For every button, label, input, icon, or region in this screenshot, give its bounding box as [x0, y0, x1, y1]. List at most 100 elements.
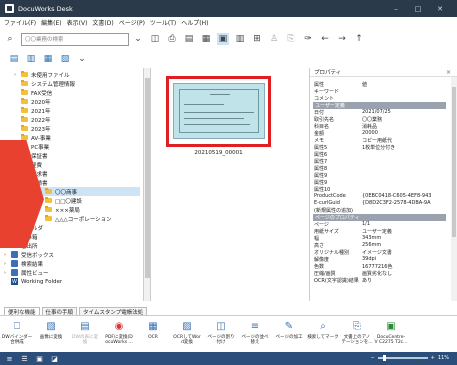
tool-button[interactable]: ▧ 画像に変換	[34, 316, 68, 352]
property-value[interactable]: 1枚単位分付き	[362, 144, 442, 151]
detail-view-icon[interactable]: ▥	[234, 33, 246, 45]
tree-item[interactable]: 2020年	[14, 97, 140, 106]
tool-button[interactable]: ▣ DocuCentre- V C2275 T2c...	[374, 316, 408, 352]
property-row[interactable]: キーワード	[314, 88, 442, 95]
tree-item[interactable]: ×××薬局	[38, 205, 140, 214]
property-value[interactable]: 〇〇業務	[362, 116, 442, 123]
tree-item[interactable]: › 検索結果	[4, 259, 140, 268]
forward-arrow-icon[interactable]: →	[336, 33, 348, 45]
properties-scrollbar-thumb[interactable]	[452, 87, 456, 237]
chevron-right-icon[interactable]: ›	[4, 261, 9, 267]
tree-item[interactable]: 2022年	[14, 115, 140, 124]
property-row[interactable]: E-curlGuid {D8D2C3F2-2578-4DBA-9A	[314, 200, 442, 207]
tool-button[interactable]: ⎘ 文書上のアノ テーションを...	[340, 316, 374, 352]
property-section-header[interactable]: ページのプロパティ	[313, 214, 446, 221]
property-value[interactable]	[362, 207, 442, 214]
tree-scrollbar[interactable]	[144, 68, 151, 301]
property-row[interactable]: 日付 2021/07/25	[314, 109, 442, 116]
property-value[interactable]: 消耗品	[362, 123, 442, 130]
property-row[interactable]: ページ 1/1	[314, 221, 442, 228]
thumbnail-icon[interactable]: ▣	[35, 355, 44, 363]
property-row[interactable]: 取引先名 〇〇業務	[314, 116, 442, 123]
property-row[interactable]: メモ コピー用紙代	[314, 137, 442, 144]
close-button[interactable]: ✕	[429, 0, 451, 17]
chevron-right-icon[interactable]: ›	[14, 72, 19, 78]
property-row[interactable]: 属性9	[314, 172, 442, 179]
menu-page[interactable]: ページ(P)	[119, 18, 145, 27]
menu-icon[interactable]: ≡	[5, 355, 14, 363]
property-value[interactable]: {0EBC0418-C605-4EF8-943	[362, 193, 442, 200]
tree-item[interactable]: AV-事業	[14, 133, 140, 142]
property-value[interactable]: イメージ文書	[362, 249, 442, 256]
property-row[interactable]: 色数 16777216色	[314, 263, 442, 270]
property-row[interactable]: 属性9	[314, 179, 442, 186]
property-value[interactable]: 16777216色	[362, 263, 442, 270]
menu-document[interactable]: 文書(D)	[92, 18, 113, 27]
tree-item[interactable]: △△△コーポレーション	[38, 214, 140, 223]
list-view-icon[interactable]: ▦	[200, 33, 212, 45]
tool-button[interactable]: ▦ OCR	[136, 316, 170, 352]
tab-work-steps[interactable]: 仕事の手順	[41, 307, 78, 316]
zoom-slider[interactable]	[377, 355, 428, 361]
property-row[interactable]: 高さ 256mm	[314, 242, 442, 249]
menu-help[interactable]: ヘルプ(H)	[181, 18, 208, 27]
property-value[interactable]	[362, 151, 442, 158]
property-value[interactable]	[362, 165, 442, 172]
up-folder-icon[interactable]: ↑	[353, 33, 365, 45]
property-value[interactable]: 画質劣化なし	[362, 270, 442, 277]
tab-useful-functions[interactable]: 便利な機能	[4, 307, 40, 316]
export-icon[interactable]: ▦	[42, 53, 54, 65]
tool-button[interactable]: ⌕ 検索してマーク	[306, 316, 340, 352]
tree-item[interactable]: › 受信ボックス	[4, 250, 140, 259]
tree-item[interactable]: 保証書	[14, 151, 140, 160]
zoom-slider-knob[interactable]	[382, 355, 386, 361]
menu-file[interactable]: ファイル(F)	[4, 18, 36, 27]
search-input[interactable]: 〇〇業務の検索	[21, 32, 129, 46]
property-value[interactable]	[362, 88, 442, 95]
document-thumbnail[interactable]	[173, 83, 265, 139]
property-value[interactable]: ユーザー定義	[362, 228, 442, 235]
tool-button[interactable]: ◉ PDFに変換(D ocuWorks ...	[102, 316, 136, 352]
property-value[interactable]	[362, 95, 442, 102]
zoom-in-button[interactable]: +	[431, 355, 435, 361]
tool-button[interactable]: ≡ ページの並べ 替え	[238, 316, 272, 352]
property-row[interactable]: 科目名 消耗品	[314, 123, 442, 130]
property-row[interactable]: 金額 20000	[314, 130, 442, 137]
menu-edit[interactable]: 編集(E)	[41, 18, 61, 27]
grid-view-icon[interactable]: ⊞	[251, 33, 263, 45]
menu-view[interactable]: 表示(V)	[67, 18, 88, 27]
property-value[interactable]: 343mm	[362, 235, 442, 242]
tool-button[interactable]: ◫ ページの割り 付け	[204, 316, 238, 352]
property-row[interactable]: 幅 343mm	[314, 235, 442, 242]
property-row[interactable]: コメント	[314, 95, 442, 102]
import-icon[interactable]: ▥	[25, 53, 37, 65]
property-row[interactable]: 圧縮/画質 画質劣化なし	[314, 270, 442, 277]
property-value[interactable]	[362, 186, 442, 193]
property-row[interactable]: 属性5 1枚単位分付き	[314, 144, 442, 151]
property-value[interactable]: {D8D2C3F2-2578-4DBA-9A	[362, 200, 442, 207]
tree-item[interactable]: 〇〇商事	[38, 187, 140, 196]
property-value[interactable]: 2021/07/25	[362, 109, 442, 116]
properties-close-icon[interactable]: ×	[446, 69, 451, 76]
tool-button[interactable]: ⎕ DWバインダー 合併成	[0, 316, 34, 352]
property-value[interactable]	[362, 172, 442, 179]
stamp-icon[interactable]: ✑	[302, 33, 314, 45]
binder-icon[interactable]: ▧	[59, 53, 71, 65]
property-value[interactable]	[362, 158, 442, 165]
tool-button[interactable]: ✎ ページの加工	[272, 316, 306, 352]
search-icon[interactable]: ⌕	[4, 33, 16, 45]
property-value[interactable]: 値	[362, 81, 442, 88]
property-row[interactable]: 用紙サイズ ユーザー定義	[314, 228, 442, 235]
tree-item[interactable]: W Working Folder	[4, 277, 140, 286]
property-row[interactable]: オリジナル種別 イメージ文書	[314, 249, 442, 256]
menu-tools[interactable]: ツール(T)	[150, 18, 176, 27]
print-icon[interactable]: ⎙	[166, 33, 178, 45]
view-toggle-icon[interactable]: ◫	[149, 33, 161, 45]
tree-item[interactable]: PC事業	[14, 142, 140, 151]
minimize-button[interactable]: –	[385, 0, 407, 17]
zoom-out-button[interactable]: −	[370, 355, 374, 361]
property-row[interactable]: 属性7	[314, 158, 442, 165]
save-icon[interactable]: ▤	[183, 33, 195, 45]
property-row[interactable]: 解像度 39dpi	[314, 256, 442, 263]
tree-scrollbar-thumb[interactable]	[145, 78, 150, 278]
